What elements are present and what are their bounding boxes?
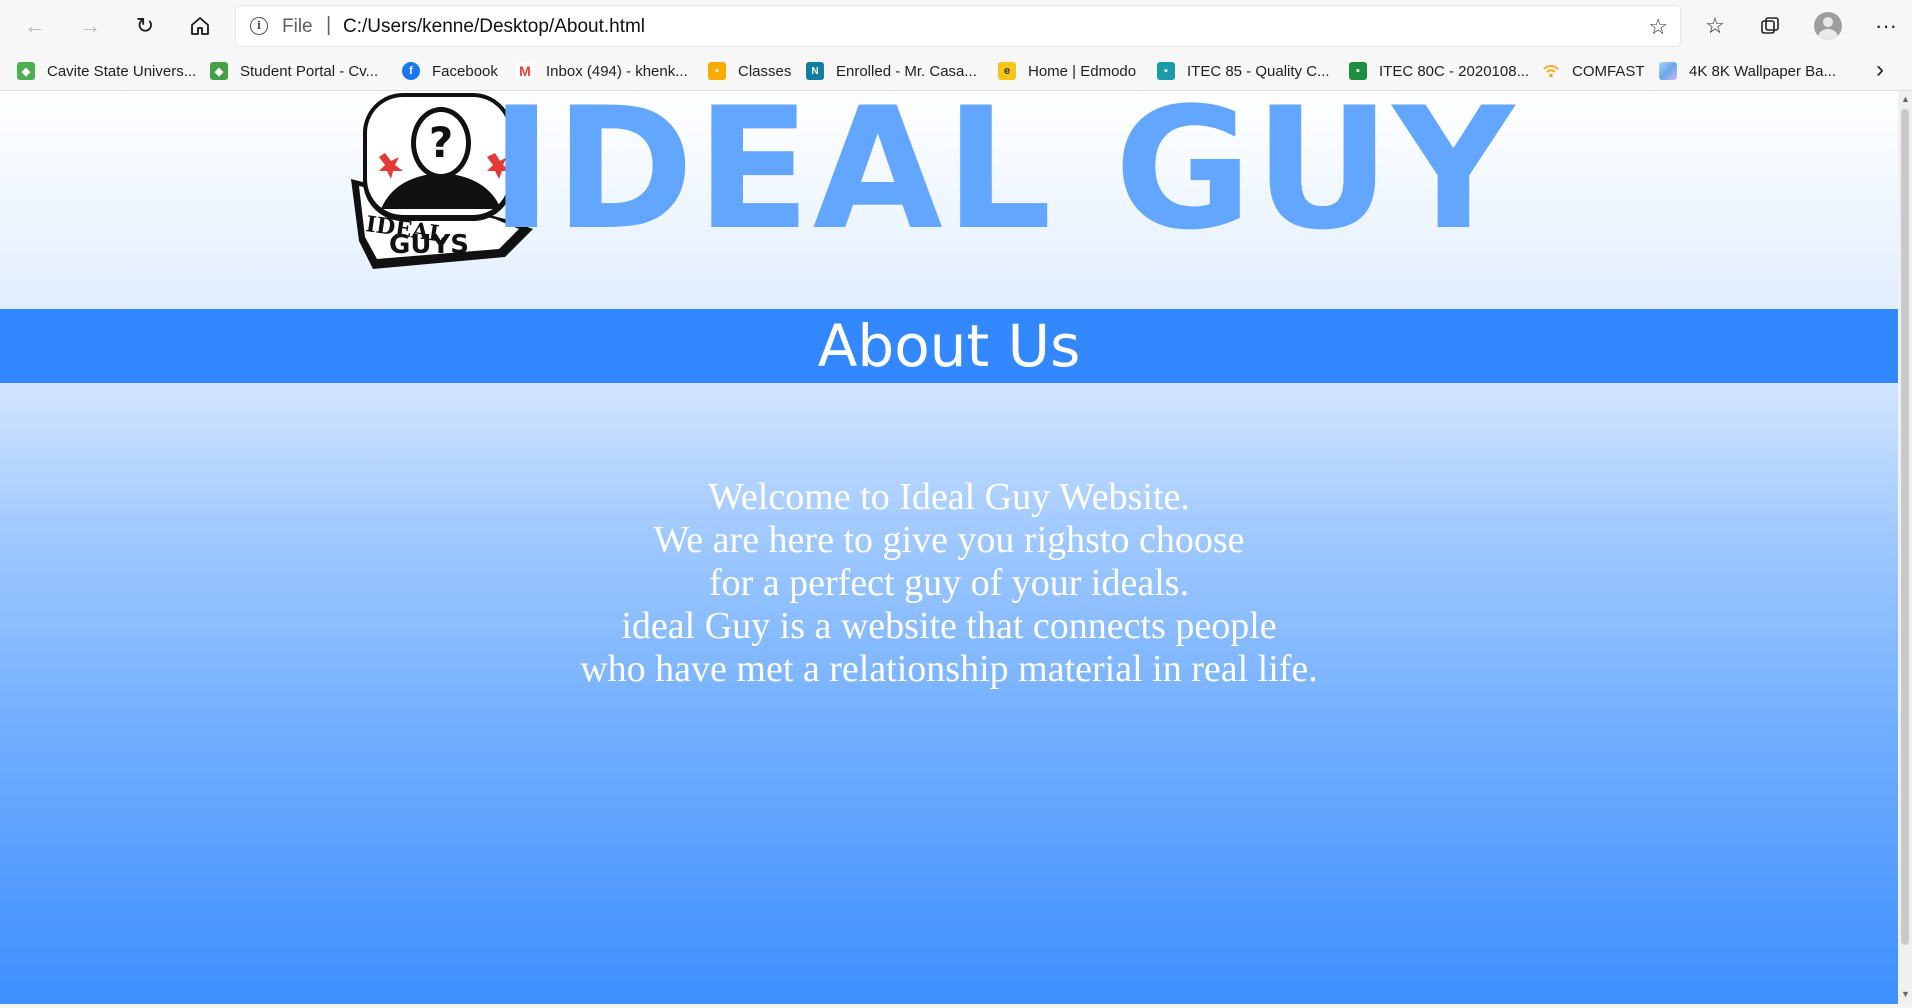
collections-icon[interactable]: [1752, 8, 1788, 44]
favorite-item[interactable]: M Inbox (494) - khenk...: [516, 58, 688, 84]
about-banner: About Us: [0, 309, 1898, 383]
favorite-item[interactable]: e Home | Edmodo: [998, 58, 1136, 84]
cvsu-icon: ◆: [17, 62, 35, 80]
favorite-label: Cavite State Univers...: [47, 62, 197, 80]
address-bar[interactable]: i File | C:/Users/kenne/Desktop/About.ht…: [236, 6, 1680, 46]
page-viewport: ? IDEAL GUYS IDEAL GUY About Us Welcome …: [0, 91, 1898, 1004]
favorites-bar: ◆ Cavite State Univers... ◆ Student Port…: [0, 52, 1912, 91]
welcome-line: Welcome to Ideal Guy Website.: [708, 476, 1190, 518]
welcome-line: We are here to give you righsto choose: [653, 519, 1245, 561]
favorite-item[interactable]: ◆ Student Portal - Cv...: [210, 58, 378, 84]
back-arrow-icon[interactable]: ←: [17, 8, 53, 44]
classroom-icon: ▪: [1349, 62, 1367, 80]
info-icon[interactable]: i: [250, 17, 268, 35]
favorite-item[interactable]: f Facebook: [402, 58, 498, 84]
home-icon[interactable]: [182, 8, 218, 44]
profile-avatar-icon[interactable]: [1814, 12, 1842, 40]
browser-toolbar: ← → ↻ i File | C:/Users/kenne/Desktop/Ab…: [0, 0, 1912, 52]
favorite-label: ITEC 80C - 2020108...: [1379, 62, 1530, 80]
chevron-right-icon[interactable]: ›: [1876, 56, 1884, 84]
star-add-icon[interactable]: ☆: [1648, 14, 1668, 40]
portal-icon: ◆: [210, 62, 228, 80]
scrollbar-thumb[interactable]: [1901, 109, 1909, 945]
favorite-item[interactable]: N Enrolled - Mr. Casa...: [806, 58, 977, 84]
forward-arrow-icon[interactable]: →: [72, 8, 108, 44]
favorite-label: 4K 8K Wallpaper Ba...: [1689, 62, 1837, 80]
favorite-item[interactable]: COMFAST: [1542, 58, 1645, 84]
favorite-item[interactable]: ◆ Cavite State Univers...: [17, 58, 196, 84]
favorite-item[interactable]: 4K 8K Wallpaper Ba...: [1659, 58, 1836, 84]
onenote-icon: N: [806, 62, 824, 80]
address-url[interactable]: C:/Users/kenne/Desktop/About.html: [343, 16, 645, 38]
logo-word-guys: GUYS: [389, 230, 469, 260]
scroll-up-icon[interactable]: ▲: [1901, 94, 1910, 104]
favorites-icon[interactable]: ☆: [1697, 8, 1733, 44]
favorite-label: Facebook: [432, 62, 498, 80]
wallpaper-icon: [1659, 62, 1677, 80]
favorite-label: Enrolled - Mr. Casa...: [836, 62, 977, 80]
refresh-icon[interactable]: ↻: [127, 8, 163, 44]
favorite-label: Home | Edmodo: [1028, 62, 1137, 80]
welcome-text: Welcome to Ideal Guy Website. We are her…: [0, 476, 1898, 691]
favorite-item[interactable]: ▪ Classes: [708, 58, 791, 84]
more-menu-icon[interactable]: ···: [1868, 8, 1904, 44]
classroom-icon: ▪: [708, 62, 726, 80]
welcome-line: who have met a relationship material in …: [580, 648, 1318, 690]
welcome-line: ideal Guy is a website that connects peo…: [621, 605, 1277, 647]
favorite-label: Inbox (494) - khenk...: [546, 62, 688, 80]
edmodo-icon: e: [998, 62, 1016, 80]
favorite-label: COMFAST: [1572, 62, 1645, 80]
favorite-label: Student Portal - Cv...: [240, 62, 379, 80]
gmail-icon: M: [516, 62, 534, 80]
brand-title: IDEAL GUY: [490, 91, 1517, 267]
favorite-label: Classes: [738, 62, 792, 80]
favorite-item[interactable]: ▪ ITEC 85 - Quality C...: [1157, 58, 1330, 84]
question-mark: ?: [429, 118, 453, 167]
address-scheme: File: [282, 16, 313, 37]
welcome-line: for a perfect guy of your ideals.: [708, 562, 1190, 604]
favorite-item[interactable]: ▪ ITEC 80C - 2020108...: [1349, 58, 1529, 84]
favorite-label: ITEC 85 - Quality C...: [1187, 62, 1330, 80]
vertical-scrollbar[interactable]: ▲ ▼: [1898, 91, 1912, 1004]
facebook-icon: f: [402, 62, 420, 80]
address-separator: |: [326, 14, 332, 36]
page-title: About Us: [817, 312, 1081, 380]
scroll-down-icon[interactable]: ▼: [1901, 989, 1910, 999]
wifi-icon: [1542, 62, 1560, 80]
classroom-icon: ▪: [1157, 62, 1175, 80]
